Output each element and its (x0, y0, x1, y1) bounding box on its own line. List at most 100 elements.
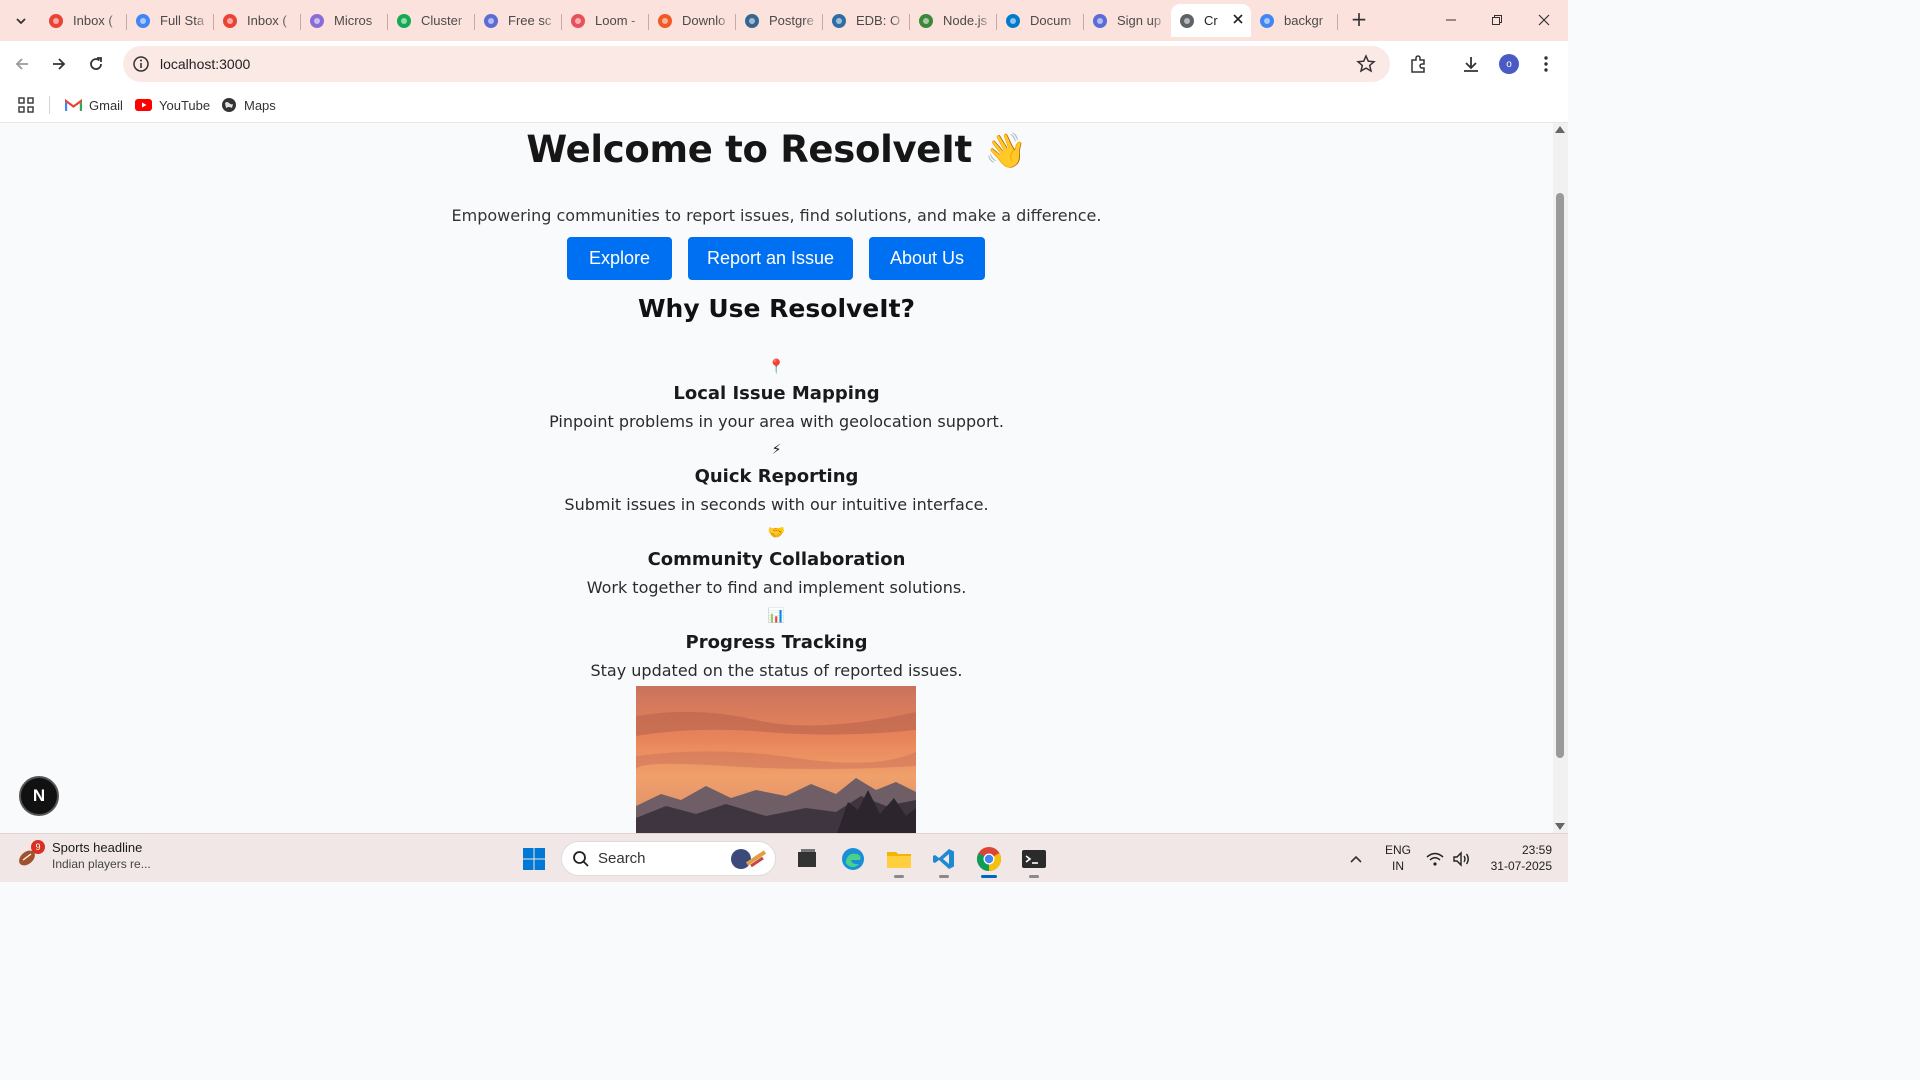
news-subtitle: Indian players re... (52, 857, 151, 871)
running-indicator (1029, 875, 1039, 878)
vscode-taskbar-button[interactable] (927, 842, 961, 878)
download-site-icon (657, 13, 673, 29)
browser-tab[interactable]: Docum (997, 4, 1084, 37)
browser-menu-button[interactable] (1534, 52, 1558, 76)
browser-tab[interactable]: Full Sta (127, 4, 214, 37)
browser-tab[interactable]: Inbox ( (40, 4, 127, 37)
bookmark-youtube[interactable]: YouTube (135, 94, 210, 116)
show-hidden-icons-button[interactable] (1341, 842, 1371, 876)
bookmark-maps[interactable]: Maps (221, 94, 276, 116)
windows-logo-icon (523, 848, 545, 870)
browser-tab[interactable]: Free sc (475, 4, 562, 37)
puzzle-icon (1411, 55, 1425, 73)
close-window-button[interactable] (1521, 0, 1567, 40)
tab-list: Inbox (Full Sta Inbox ( Micros Cluster Free … (40, 4, 1338, 37)
feature-local-mapping: 📍 Local Issue Mapping Pinpoint problems … (0, 357, 1553, 431)
extensions-button[interactable] (1406, 52, 1430, 76)
chrome-icon (976, 847, 1002, 871)
report-issue-button[interactable]: Report an Issue (688, 237, 853, 280)
speaker-icon (1453, 851, 1469, 867)
snowflake-icon (483, 13, 499, 29)
about-us-button[interactable]: About Us (869, 237, 985, 280)
news-widget[interactable]: 9 Sports headline Indian players re... (16, 840, 151, 872)
feature-title: Quick Reporting (694, 466, 859, 487)
close-tab-icon[interactable] (1233, 12, 1243, 27)
tab-title: backgr (1284, 13, 1324, 28)
search-label: Search (598, 850, 646, 867)
browser-tab[interactable]: Inbox ( (214, 4, 301, 37)
minimize-button[interactable] (1428, 0, 1474, 40)
windows-taskbar: 9 Sports headline Indian players re... S… (0, 833, 1568, 882)
terminal-taskbar-button[interactable] (1017, 842, 1051, 878)
url-input[interactable] (160, 52, 1320, 76)
wifi-button[interactable] (1422, 842, 1448, 876)
new-tab-button[interactable]: + (1348, 8, 1370, 32)
nextjs-dev-badge[interactable]: N (19, 776, 59, 816)
tagline: Empowering communities to report issues,… (451, 206, 1102, 225)
profile-avatar[interactable]: o (1499, 54, 1519, 74)
volume-button[interactable] (1448, 842, 1474, 876)
gmail-icon (222, 13, 238, 29)
mongodb-icon (396, 13, 412, 29)
apps-grid-icon (18, 97, 34, 113)
language-indicator[interactable]: ENG IN (1384, 842, 1412, 874)
browser-toolbar: o (0, 41, 1568, 88)
edge-icon (842, 848, 864, 870)
nodejs-icon (918, 13, 934, 29)
start-button[interactable] (517, 842, 551, 876)
page-title: Welcome to ResolveIt 👋 (0, 128, 1553, 171)
search-highlight-icon (727, 846, 769, 876)
bookmarks-divider (49, 96, 50, 114)
browser-tab[interactable]: Downlo (649, 4, 736, 37)
bookmark-star-icon[interactable] (1356, 54, 1376, 74)
feature-title: Community Collaboration (647, 549, 906, 570)
scroll-up-arrow-icon[interactable] (1555, 126, 1565, 133)
lightning-icon: ⚡ (771, 442, 782, 458)
tab-search-button[interactable] (8, 8, 34, 34)
google-icon (1259, 13, 1275, 29)
feature-description: Submit issues in seconds with our intuit… (564, 495, 989, 514)
edge-taskbar-button[interactable] (836, 842, 870, 876)
downloads-button[interactable] (1459, 52, 1483, 76)
language-code: ENG (1384, 843, 1411, 857)
restore-button[interactable] (1474, 0, 1520, 40)
tab-title: Micros (334, 13, 373, 28)
address-bar[interactable] (123, 46, 1390, 82)
explore-button[interactable]: Explore (567, 237, 672, 280)
reload-button[interactable] (83, 51, 109, 77)
chrome-taskbar-button[interactable] (972, 842, 1006, 878)
page-viewport: Welcome to ResolveIt 👋 Empowering commun… (0, 123, 1553, 833)
task-view-button[interactable] (790, 842, 824, 876)
browser-tab[interactable]: Cr (1171, 4, 1251, 37)
site-info-icon[interactable] (132, 55, 150, 73)
running-indicator (939, 875, 949, 878)
search-icon (572, 850, 590, 868)
browser-tab[interactable]: backgr (1251, 4, 1338, 37)
browser-tab[interactable]: Loom - (562, 4, 649, 37)
system-clock[interactable]: 23:59 31-07-2025 (1480, 842, 1552, 874)
arrow-right-icon (53, 58, 66, 70)
browser-tab[interactable]: Postgre (736, 4, 823, 37)
page-scrollbar[interactable] (1553, 123, 1568, 833)
browser-tab[interactable]: Node.js (910, 4, 997, 37)
news-headline: Sports headline (52, 840, 143, 855)
scrollbar-thumb[interactable] (1556, 193, 1564, 758)
browser-tab[interactable]: Micros (301, 4, 388, 37)
reload-icon (90, 57, 102, 70)
apps-button[interactable] (17, 94, 35, 116)
arrow-left-icon (15, 58, 28, 70)
bookmark-gmail[interactable]: Gmail (65, 94, 123, 116)
tab-title: Cluster (421, 13, 463, 28)
taskbar-search[interactable]: Search (561, 841, 776, 876)
file-explorer-taskbar-button[interactable] (882, 842, 916, 878)
gmail-icon (48, 13, 64, 29)
browser-tab[interactable]: EDB: O (823, 4, 910, 37)
browser-tab[interactable]: Sign up (1084, 4, 1171, 37)
scroll-down-arrow-icon[interactable] (1555, 823, 1565, 830)
forward-button[interactable] (46, 51, 72, 77)
back-button[interactable] (9, 51, 35, 77)
running-indicator (894, 875, 904, 878)
tab-title: Postgre (769, 13, 814, 28)
vscode-icon (1005, 13, 1021, 29)
browser-tab[interactable]: Cluster (388, 4, 475, 37)
